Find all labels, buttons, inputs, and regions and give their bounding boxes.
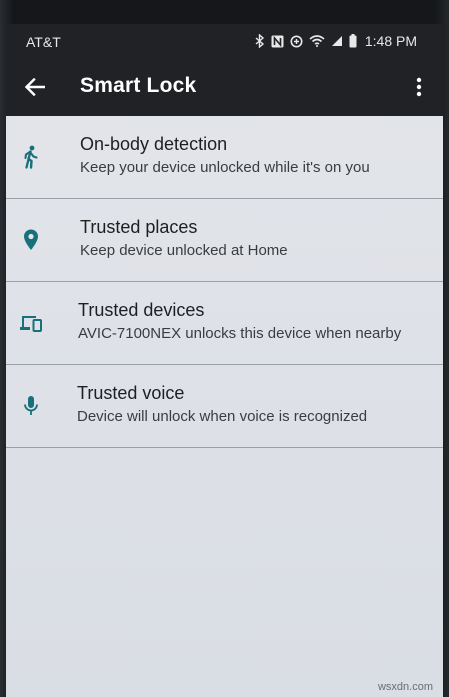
smart-lock-options-list: On-body detection Keep your device unloc… bbox=[6, 116, 443, 448]
data-saver-icon bbox=[290, 35, 303, 47]
item-subtitle: Keep your device unlocked while it's on … bbox=[80, 159, 370, 176]
nfc-icon bbox=[271, 35, 284, 47]
screen: AT&T 1:48 PM Smart Lock On-body detectio… bbox=[6, 24, 443, 697]
walking-person-icon bbox=[18, 144, 44, 170]
bluetooth-icon bbox=[255, 34, 264, 48]
item-subtitle: AVIC-7100NEX unlocks this device when ne… bbox=[78, 325, 402, 342]
phone-frame: AT&T 1:48 PM Smart Lock On-body detectio… bbox=[0, 0, 449, 697]
more-options-button[interactable] bbox=[407, 72, 431, 102]
signal-icon bbox=[331, 36, 342, 46]
list-item-trusted-voice[interactable]: Trusted voice Device will unlock when vo… bbox=[6, 365, 443, 448]
list-item-trusted-places[interactable]: Trusted places Keep device unlocked at H… bbox=[6, 199, 443, 282]
item-title: On-body detection bbox=[80, 134, 228, 154]
list-item-on-body-detection[interactable]: On-body detection Keep your device unloc… bbox=[6, 116, 443, 199]
item-subtitle: Device will unlock when voice is recogni… bbox=[77, 408, 368, 425]
back-arrow-icon bbox=[25, 78, 45, 96]
battery-icon bbox=[349, 34, 357, 48]
page-title: Smart Lock bbox=[80, 74, 197, 97]
list-item-trusted-devices[interactable]: Trusted devices AVIC-7100NEX unlocks thi… bbox=[6, 282, 443, 365]
status-bar: AT&T 1:48 PM bbox=[6, 24, 443, 60]
microphone-icon bbox=[18, 393, 44, 419]
app-bar: Smart Lock bbox=[6, 60, 443, 116]
back-button[interactable] bbox=[20, 72, 50, 102]
carrier-label: AT&T bbox=[26, 34, 61, 50]
item-subtitle: Keep device unlocked at Home bbox=[80, 242, 288, 259]
item-title: Trusted voice bbox=[77, 383, 185, 403]
more-vert-icon bbox=[416, 77, 422, 97]
location-pin-icon bbox=[18, 227, 44, 253]
watermark: wsxdn.com bbox=[377, 681, 433, 693]
item-title: Trusted devices bbox=[78, 300, 205, 320]
wifi-icon bbox=[309, 35, 325, 47]
item-title: Trusted places bbox=[80, 217, 198, 237]
status-icons: 1:48 PM bbox=[255, 33, 417, 49]
devices-icon bbox=[18, 310, 44, 336]
clock: 1:48 PM bbox=[364, 33, 417, 49]
